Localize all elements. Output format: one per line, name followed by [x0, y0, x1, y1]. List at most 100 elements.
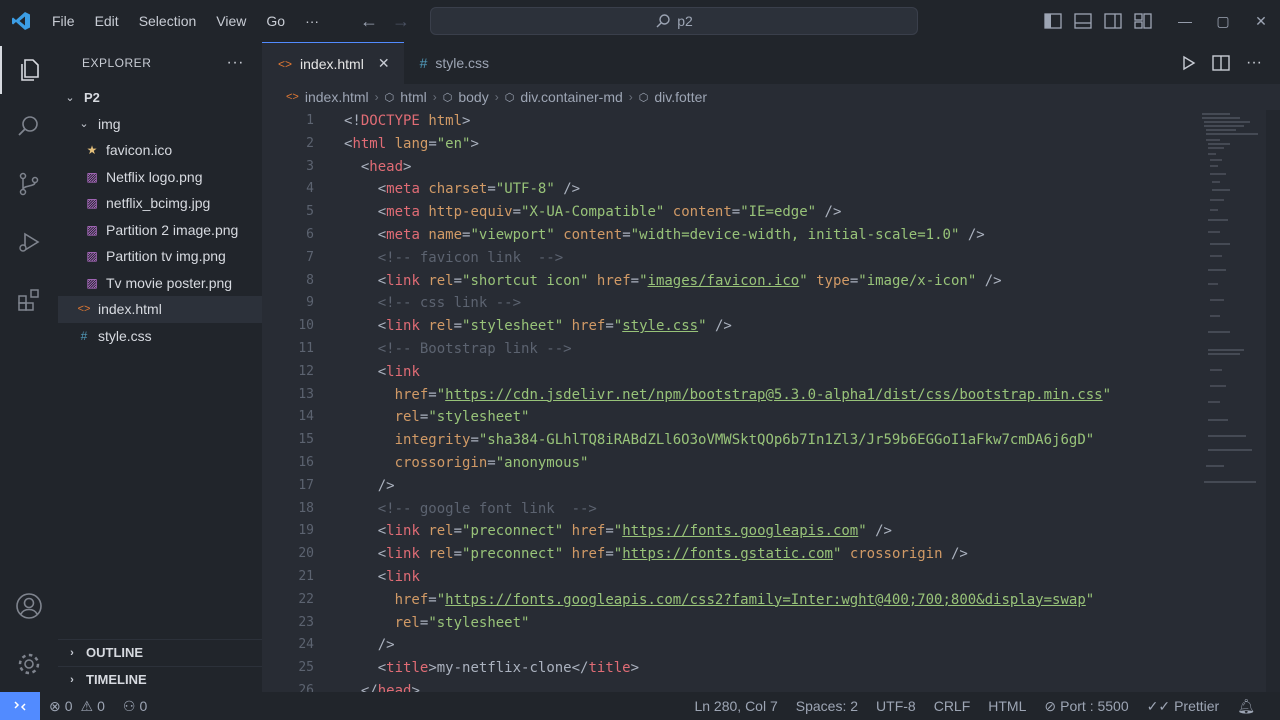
command-center-search[interactable]: p2 [430, 7, 918, 35]
breadcrumb-item[interactable]: div.fotter [654, 89, 707, 105]
code-line: <title>my-netflix-clone</title> [377, 660, 640, 677]
line-number: 4 [306, 181, 314, 197]
code-line: <link rel="preconnect" href="https://fon… [377, 546, 968, 563]
code-line: rel="stylesheet" [394, 409, 530, 426]
window-controls: — ▢ ✕ [1166, 0, 1280, 42]
more-actions-icon[interactable]: ··· [1246, 54, 1262, 72]
explorer-icon[interactable] [0, 46, 58, 94]
file-item[interactable]: ▨ Tv movie poster.png [58, 270, 262, 297]
port-label: Port : 5500 [1060, 698, 1129, 714]
code-line: <!DOCTYPE html> [344, 113, 471, 129]
live-server-port[interactable]: ⊘ Port : 5500 [1035, 698, 1137, 715]
vertical-scrollbar[interactable] [1266, 110, 1280, 692]
ports-indicator[interactable]: ⚇ 0 [114, 698, 156, 715]
image-file-icon: ▨ [86, 249, 98, 264]
explorer-more-actions[interactable]: ··· [227, 54, 244, 72]
file-item[interactable]: ▨ Partition tv img.png [58, 243, 262, 270]
code-line: <link rel="stylesheet" href="style.css" … [377, 318, 732, 335]
toggle-panel-icon[interactable] [1074, 13, 1092, 29]
chevron-right-icon: › [432, 90, 437, 104]
toggle-secondary-sidebar-icon[interactable] [1104, 13, 1122, 29]
notifications-bell-icon[interactable]: 🔔︎ [1228, 698, 1264, 715]
language-mode[interactable]: HTML [979, 698, 1035, 714]
file-item-style-css[interactable]: # style.css [58, 323, 262, 350]
html-file-icon: <> [77, 303, 91, 316]
menu-edit[interactable]: Edit [85, 0, 129, 42]
code-line: rel="stylesheet" [394, 614, 530, 631]
extensions-icon[interactable] [0, 276, 58, 324]
no-entry-icon: ⊘ [1044, 697, 1057, 714]
encoding[interactable]: UTF-8 [867, 698, 925, 714]
file-item[interactable]: ★ favicon.ico [58, 137, 262, 164]
menu-bar: File Edit Selection View Go ··· [42, 0, 329, 42]
file-item[interactable]: ▨ netflix_bcimg.jpg [58, 190, 262, 217]
folder-img[interactable]: ⌄ img [58, 111, 262, 138]
line-number: 12 [298, 363, 314, 379]
image-file-icon: ▨ [86, 169, 98, 184]
timeline-section[interactable]: › TIMELINE [58, 666, 262, 692]
menu-more[interactable]: ··· [295, 0, 329, 42]
search-sidebar-icon[interactable] [0, 102, 58, 150]
code-content[interactable]: <!DOCTYPE html> <html lang="en"> <head> … [344, 110, 1184, 692]
line-number: 8 [306, 272, 314, 288]
menu-view[interactable]: View [206, 0, 256, 42]
folder-root[interactable]: ⌄ P2 [58, 84, 262, 111]
problems-indicator[interactable]: ⊗ 0 ⚠ 0 [40, 698, 114, 715]
chevron-right-icon: › [494, 90, 499, 104]
tab-index-html[interactable]: <> index.html ✕ [262, 42, 404, 84]
line-number: 3 [306, 158, 314, 174]
line-number: 26 [298, 682, 314, 692]
folder-root-label: P2 [84, 89, 100, 105]
code-line: <link rel="preconnect" href="https://fon… [377, 523, 892, 540]
chevron-down-icon: ⌄ [79, 118, 89, 131]
tab-style-css[interactable]: # style.css [404, 42, 503, 84]
minimize-button[interactable]: — [1166, 0, 1204, 42]
file-item[interactable]: ▨ Netflix logo.png [58, 164, 262, 191]
line-number: 9 [306, 295, 314, 311]
tab-close-icon[interactable]: ✕ [378, 55, 390, 72]
code-line: <html lang="en"> [344, 135, 479, 152]
cursor-position[interactable]: Ln 280, Col 7 [685, 698, 786, 714]
line-number: 11 [298, 340, 314, 356]
element-icon: ⬡ [384, 91, 395, 104]
breadcrumb-item[interactable]: div.container-md [520, 89, 622, 105]
remote-indicator-icon[interactable] [0, 692, 40, 720]
toggle-primary-sidebar-icon[interactable] [1044, 13, 1062, 29]
settings-gear-icon[interactable] [0, 640, 58, 688]
menu-file[interactable]: File [42, 0, 85, 42]
maximize-button[interactable]: ▢ [1204, 0, 1242, 42]
code-line: <meta charset="UTF-8" /> [377, 181, 581, 198]
line-numbers: 1 2 3 4 5 6 7 8 9 10 11 12 13 14 15 16 1… [262, 110, 314, 692]
run-debug-icon[interactable] [0, 218, 58, 266]
title-bar: File Edit Selection View Go ··· ← → p2 —… [0, 0, 1280, 42]
code-editor[interactable]: 1 2 3 4 5 6 7 8 9 10 11 12 13 14 15 16 1… [262, 110, 1280, 692]
file-item[interactable]: ▨ Partition 2 image.png [58, 217, 262, 244]
indentation[interactable]: Spaces: 2 [787, 698, 867, 714]
split-editor-icon[interactable] [1212, 55, 1230, 71]
outline-section[interactable]: › OUTLINE [58, 639, 262, 665]
end-of-line[interactable]: CRLF [925, 698, 980, 714]
code-line: integrity="sha384-GLhlTQ8iRABdZLl6O3oVMW… [394, 432, 1095, 449]
run-icon[interactable] [1180, 55, 1196, 71]
account-icon[interactable] [0, 582, 58, 630]
file-item-index-html[interactable]: <> index.html [58, 296, 262, 323]
prettier-status[interactable]: ✓✓ Prettier [1138, 698, 1229, 715]
file-label: Partition tv img.png [106, 248, 226, 265]
breadcrumb-item[interactable]: html [400, 89, 426, 105]
back-arrow-icon[interactable]: ← [360, 11, 378, 32]
minimap[interactable] [1200, 110, 1262, 490]
source-control-icon[interactable] [0, 160, 58, 208]
breadcrumb-item[interactable]: index.html [305, 89, 369, 105]
breadcrumb: <> index.html › ⬡ html › ⬡ body › ⬡ div.… [262, 84, 1280, 110]
customize-layout-icon[interactable] [1134, 13, 1152, 29]
forward-arrow-icon[interactable]: → [392, 11, 410, 32]
close-window-button[interactable]: ✕ [1242, 0, 1280, 42]
html-file-icon: <> [286, 91, 299, 103]
breadcrumb-item[interactable]: body [458, 89, 488, 105]
code-line: <!-- google font link --> [377, 500, 597, 517]
error-count: 0 [64, 698, 73, 714]
menu-selection[interactable]: Selection [129, 0, 207, 42]
tab-label: style.css [435, 55, 490, 71]
menu-go[interactable]: Go [256, 0, 295, 42]
code-line: <link [377, 568, 420, 585]
